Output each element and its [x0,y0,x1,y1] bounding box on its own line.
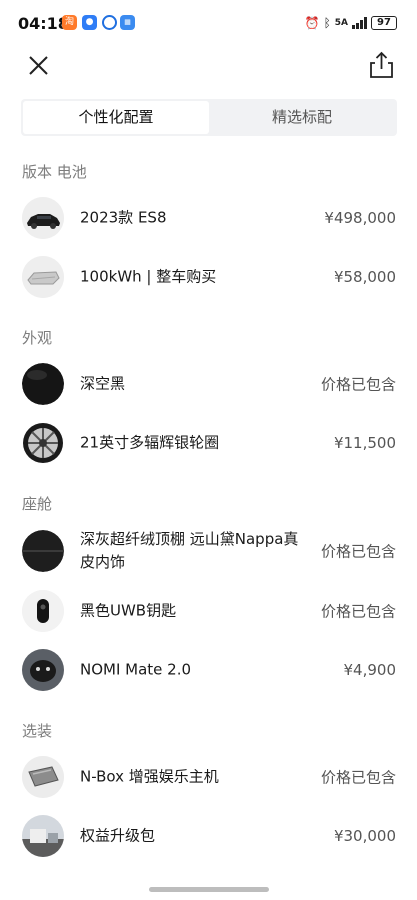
list-item-paint[interactable]: 深空黑 价格已包含 [0,354,417,414]
item-name: 权益升级包 [80,826,156,845]
list-item-package[interactable]: 权益升级包 ¥30,000 [0,806,417,866]
car-thumbnail [22,197,64,239]
close-icon [29,56,48,75]
bluetooth-icon: ᛒ [323,16,331,30]
package-thumbnail [22,815,64,857]
item-name: 100kWh | 整车购买 [80,267,217,286]
wheel-thumbnail [22,422,64,464]
item-price: 价格已包含 [320,542,396,561]
section-title-options: 选装 [22,722,53,740]
item-name: NOMI Mate 2.0 [80,660,192,679]
item-name: 2023款 ES8 [80,208,167,227]
close-button[interactable] [20,50,58,84]
item-price: 价格已包含 [320,602,396,621]
list-item-interior[interactable]: 深灰超纤绒顶棚 远山黛Nappa真皮内饰 价格已包含 [0,520,417,582]
share-icon [370,51,393,78]
interior-swatch-thumbnail [22,530,64,572]
news-app-icon: ▦ [120,15,135,30]
config-tabs: 个性化配置 精选标配 [21,99,397,136]
key-thumbnail [22,590,64,632]
alarm-icon: ⏰ [304,16,320,30]
item-name: 深空黑 [80,374,126,393]
list-item-nomi[interactable]: NOMI Mate 2.0 ¥4,900 [0,640,417,700]
item-name: 21英寸多辐辉银轮圈 [80,433,220,452]
item-price: ¥30,000 [333,827,396,845]
list-item-model[interactable]: 2023款 ES8 ¥498,000 [0,188,417,248]
nbox-thumbnail [22,756,64,798]
item-price: ¥4,900 [343,661,397,679]
item-name: 黑色UWB钥匙 [80,601,177,620]
status-bar: 04:18 淘 ● ▦ ⏰ ᛒ 5A 97 [0,0,417,44]
home-indicator[interactable] [149,887,269,892]
section-title-cabin: 座舱 [22,495,53,513]
item-name: N-Box 增强娱乐主机 [80,767,219,786]
browser-app-icon [102,15,117,30]
chat-app-icon: ● [82,15,97,30]
list-item-battery[interactable]: 100kWh | 整车购买 ¥58,000 [0,247,417,307]
list-item-key[interactable]: 黑色UWB钥匙 价格已包含 [0,581,417,641]
item-price: 价格已包含 [320,375,396,394]
share-button[interactable] [364,48,398,82]
status-indicators: ⏰ ᛒ 5A 97 [305,14,397,32]
battery-pack-thumbnail [22,256,64,298]
network-type-label: 5A [334,18,348,28]
section-title-version-battery: 版本 电池 [22,163,87,181]
item-price: ¥498,000 [324,209,396,227]
item-price: ¥58,000 [333,268,396,286]
section-title-exterior: 外观 [22,329,53,347]
tab-standard-features[interactable]: 精选标配 [209,101,395,134]
item-price: ¥11,500 [333,434,396,452]
nomi-thumbnail [22,649,64,691]
item-price: 价格已包含 [320,768,396,787]
item-name: 深灰超纤绒顶棚 远山黛Nappa真皮内饰 [80,530,299,571]
battery-icon: 97 [371,16,397,30]
list-item-wheel[interactable]: 21英寸多辐辉银轮圈 ¥11,500 [0,413,417,473]
list-item-nbox[interactable]: N-Box 增强娱乐主机 价格已包含 [0,747,417,807]
paint-swatch-thumbnail [22,363,64,405]
signal-icon [352,17,367,29]
tab-personalized-config[interactable]: 个性化配置 [23,101,209,134]
taobao-app-icon: 淘 [62,15,77,30]
